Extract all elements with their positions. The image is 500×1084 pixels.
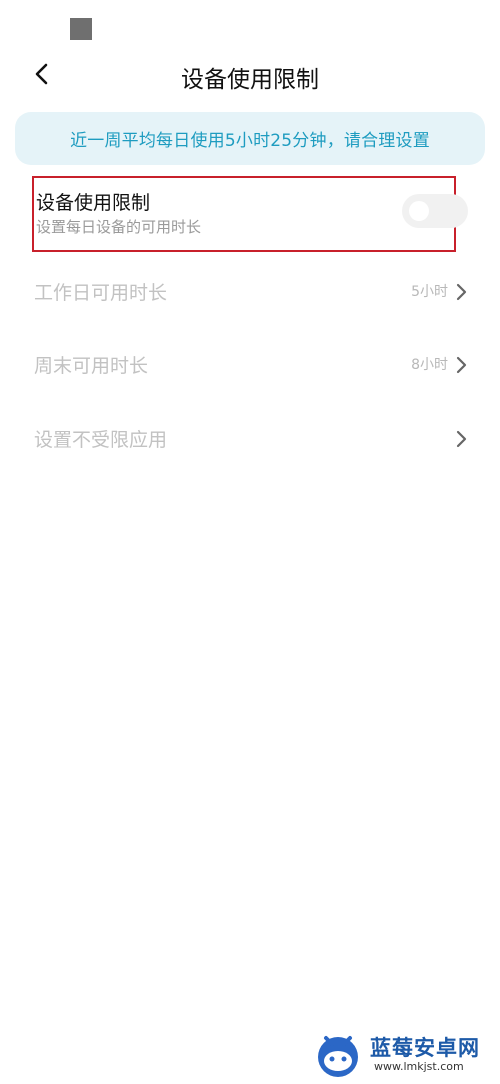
chevron-right-icon	[456, 430, 467, 448]
weekend-duration-label: 周末可用时长	[34, 355, 149, 377]
status-bar	[0, 0, 500, 48]
watermark-logo-icon	[318, 1036, 358, 1077]
weekday-duration-value: 5小时	[411, 284, 448, 300]
weekend-duration-row[interactable]: 周末可用时长 8小时	[32, 345, 472, 385]
header: 设备使用限制	[0, 48, 500, 104]
page-title: 设备使用限制	[181, 67, 319, 93]
usage-summary-banner: 近一周平均每日使用5小时25分钟，请合理设置	[15, 112, 485, 165]
weekday-duration-row[interactable]: 工作日可用时长 5小时	[32, 272, 472, 312]
watermark: 蓝莓安卓网 www.lmkjst.com	[312, 1030, 498, 1082]
watermark-url: www.lmkjst.com	[374, 1060, 464, 1073]
device-limit-subtitle: 设置每日设备的可用时长	[36, 218, 202, 236]
unrestricted-apps-label: 设置不受限应用	[34, 429, 168, 451]
device-limit-title: 设备使用限制	[36, 192, 151, 214]
device-limit-toggle[interactable]	[402, 194, 468, 228]
weekday-duration-label: 工作日可用时长	[34, 282, 168, 304]
watermark-title: 蓝莓安卓网	[370, 1036, 480, 1060]
unrestricted-apps-row[interactable]: 设置不受限应用	[32, 419, 472, 459]
toggle-knob	[409, 201, 429, 221]
chevron-right-icon	[456, 356, 467, 374]
device-limit-row[interactable]: 设备使用限制 设置每日设备的可用时长	[32, 176, 468, 252]
weekend-duration-value: 8小时	[411, 357, 448, 373]
usage-summary-text: 近一周平均每日使用5小时25分钟，请合理设置	[70, 131, 430, 151]
status-indicator-icon	[70, 18, 92, 40]
chevron-right-icon	[456, 283, 467, 301]
